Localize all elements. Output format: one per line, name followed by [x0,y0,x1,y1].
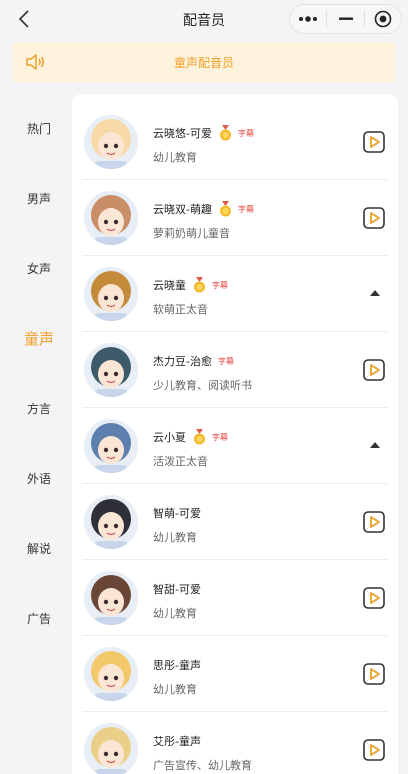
target-circle-icon [374,10,392,28]
subtitle-badge: 字幕 [212,280,228,290]
voice-row[interactable]: 智甜-可爱幼儿教育 [82,560,388,636]
voice-name-line: 杰力豆-治愈 字幕 [153,353,234,369]
navigation-bar: 配音员 [0,0,408,38]
voice-avatar [84,267,138,321]
voice-row[interactable]: 杰力豆-治愈 字幕少儿教育、阅读听书 [82,332,388,408]
voice-row[interactable]: 云晓双-萌趣 字幕萝莉奶萌儿童音 [82,180,388,256]
voice-description: 幼儿教育 [153,607,197,620]
voice-avatar [84,419,138,473]
close-program-button[interactable] [365,5,401,33]
voice-avatar [84,191,138,245]
voice-avatar [84,115,138,169]
voice-name: 云晓悠-可爱 [153,127,212,140]
voice-row[interactable]: 艾彤-童声广告宣传、幼儿教育 [82,712,388,774]
category-banner: 童声配音员 [12,42,396,82]
minimize-button[interactable] [327,5,363,33]
voice-description: 幼儿教育 [153,683,197,696]
voice-name-line: 云晓悠-可爱 字幕 [153,125,254,141]
collapse-arrow-icon[interactable] [368,286,382,300]
voice-description: 幼儿教育 [153,531,197,544]
sidebar-item-female[interactable]: 女声 [0,260,78,277]
voice-name: 云晓双-萌趣 [153,203,212,216]
play-icon[interactable] [363,131,385,153]
sidebar-item-dialect[interactable]: 方言 [0,400,78,417]
play-icon[interactable] [363,207,385,229]
subtitle-badge: 字幕 [237,128,254,138]
voice-name: 智萌-可爱 [153,507,201,520]
voice-name-line: 云晓双-萌趣 字幕 [153,201,254,217]
subtitle-badge: 字幕 [217,356,234,366]
voice-row[interactable]: 思彤-童声幼儿教育 [82,636,388,712]
voice-description: 萝莉奶萌儿童音 [153,227,230,240]
voice-description: 软萌正太音 [153,303,208,316]
play-icon[interactable] [363,359,385,381]
sidebar-item-commentary[interactable]: 解说 [0,540,78,557]
voice-description: 广告宣传、幼儿教育 [153,759,252,772]
voice-name-line: 智甜-可爱 [153,581,201,597]
more-dots-icon [299,16,318,22]
sidebar-item-ad[interactable]: 广告 [0,610,78,627]
play-icon[interactable] [363,587,385,609]
voice-row[interactable]: 云晓悠-可爱 字幕幼儿教育 [82,104,388,180]
voice-name-line: 思彤-童声 [153,657,201,673]
voice-avatar [84,343,138,397]
voice-row[interactable]: 智萌-可爱幼儿教育 [82,484,388,560]
collapse-arrow-icon[interactable] [368,438,382,452]
voice-name: 思彤-童声 [153,659,201,672]
subtitle-badge: 字幕 [212,432,228,442]
voice-description: 活泼正太音 [153,455,208,468]
voice-description: 少儿教育、阅读听书 [153,379,252,392]
medal-icon [219,201,231,217]
sidebar-item-male[interactable]: 男声 [0,190,78,207]
play-icon[interactable] [363,511,385,533]
voice-name-line: 云晓童 字幕 [153,277,228,293]
play-icon[interactable] [363,663,385,685]
sidebar-item-foreign[interactable]: 外语 [0,470,78,487]
banner-title: 童声配音员 [173,56,234,70]
sidebar-item-child[interactable]: 童声 [0,328,78,349]
voice-name: 艾彤-童声 [153,735,201,748]
sidebar-item-hot[interactable]: 热门 [0,120,78,137]
voice-row[interactable]: 云小夏 字幕活泼正太音 [82,408,388,484]
voice-avatar [84,647,138,701]
voice-name: 云小夏 [153,431,186,444]
subtitle-badge: 字幕 [237,204,254,214]
voice-name: 云晓童 [153,279,186,292]
voice-list: 云晓悠-可爱 字幕 幼儿教育 云晓双-萌趣 字幕 萝莉奶萌儿童音 云晓童 字幕 软萌正太音 杰力豆… [72,94,398,774]
medal-icon [194,429,205,445]
voice-name: 杰力豆-治愈 [153,355,212,368]
voice-description: 幼儿教育 [153,151,197,164]
voice-name-line: 智萌-可爱 [153,505,201,521]
voice-row[interactable]: 云晓童 字幕软萌正太音 [82,256,388,332]
medal-icon [219,125,231,141]
voice-name: 智甜-可爱 [153,583,201,596]
voice-avatar [84,571,138,625]
voice-avatar [84,495,138,549]
voice-name-line: 艾彤-童声 [153,733,201,749]
voice-name-line: 云小夏 字幕 [153,429,228,445]
play-icon[interactable] [363,739,385,761]
mini-program-capsule [289,4,402,34]
minus-icon [338,17,353,20]
voice-avatar [84,723,138,774]
medal-icon [194,277,205,293]
more-options-button[interactable] [290,5,326,33]
